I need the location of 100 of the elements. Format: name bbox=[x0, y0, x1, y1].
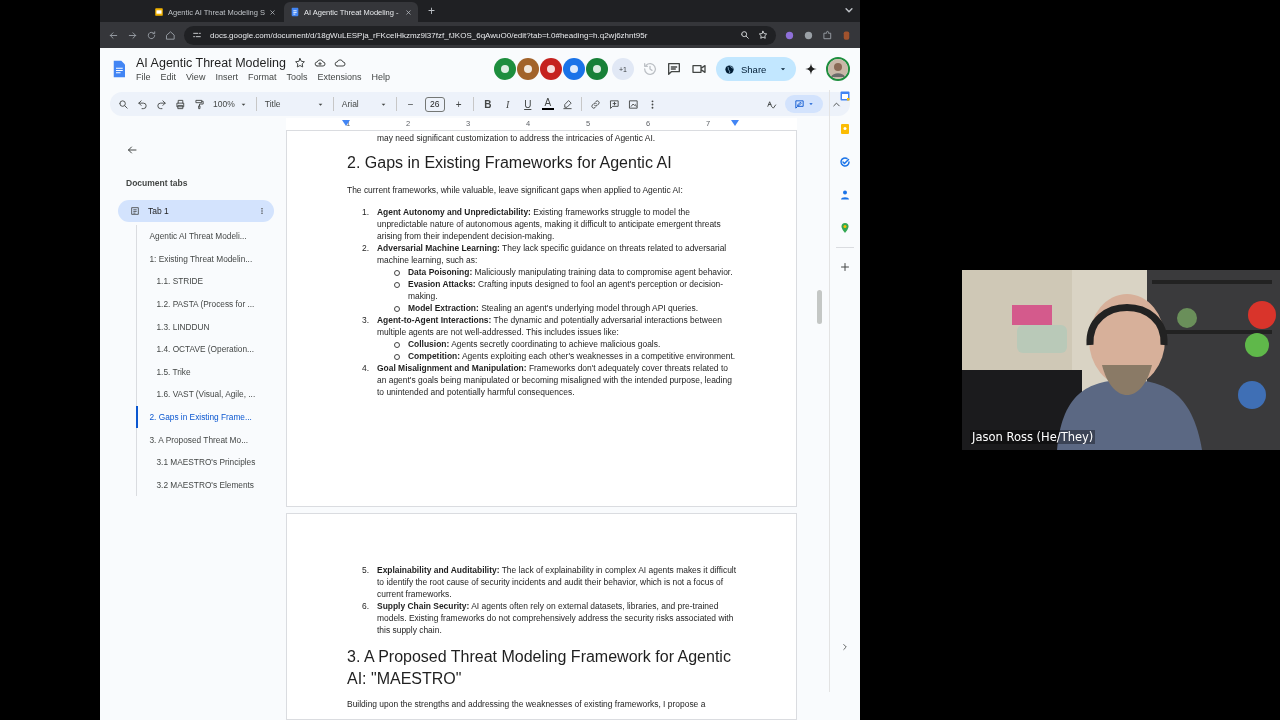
menu-item[interactable]: Extensions bbox=[317, 72, 362, 82]
map-pin-icon[interactable] bbox=[839, 222, 851, 234]
collaborator-avatar[interactable] bbox=[494, 58, 516, 80]
expand-icon[interactable] bbox=[840, 642, 850, 652]
puzzle-icon[interactable] bbox=[822, 29, 833, 41]
forward-icon[interactable] bbox=[127, 29, 138, 41]
redo-icon[interactable] bbox=[156, 98, 167, 110]
search-icon[interactable] bbox=[118, 98, 129, 110]
calendar-icon[interactable] bbox=[839, 90, 851, 102]
account-avatar[interactable] bbox=[826, 57, 850, 81]
back-icon[interactable] bbox=[108, 29, 119, 41]
section-heading: 2. Gaps in Existing Frameworks for Agentic AI bbox=[347, 153, 673, 173]
menu-item[interactable]: Edit bbox=[160, 72, 177, 82]
extension-icon[interactable] bbox=[803, 29, 814, 41]
add-icon[interactable] bbox=[839, 261, 851, 273]
outline-item[interactable]: 1.5. Trike bbox=[135, 360, 274, 384]
collaborator-avatar[interactable] bbox=[563, 58, 585, 80]
outline-item[interactable]: 1.1. STRIDE bbox=[135, 270, 274, 293]
decrease-size-button[interactable]: − bbox=[404, 98, 417, 110]
link-icon[interactable] bbox=[589, 98, 601, 110]
section-heading: 3. A Proposed Threat Modeling Framework for Agentic AI: "MAESTRO" bbox=[347, 647, 732, 689]
outline-item[interactable]: 2. Gaps in Existing Frame... bbox=[135, 405, 274, 429]
globe-icon bbox=[724, 63, 735, 75]
format-button[interactable]: I bbox=[501, 98, 514, 110]
body-paragraph: The current frameworks, while valuable, leave significant gaps when applied to Agentic AI: bbox=[347, 184, 684, 196]
more-icon[interactable] bbox=[258, 206, 266, 216]
extension-icon[interactable] bbox=[784, 29, 795, 41]
reload-icon[interactable] bbox=[146, 29, 157, 41]
body-paragraph: may need significant customization to address the intricacies of Agentic AI. bbox=[377, 132, 657, 144]
outline-item[interactable]: 3. A Proposed Threat Mo... bbox=[135, 428, 274, 451]
list-number: 5. bbox=[362, 564, 371, 577]
format-button[interactable]: U bbox=[521, 98, 534, 110]
home-icon[interactable] bbox=[165, 29, 176, 41]
list-item-text: Model Extraction: Stealing an agent's underlying model through API queries. bbox=[408, 302, 700, 314]
menu-item[interactable]: Insert bbox=[215, 72, 238, 82]
increase-size-button[interactable]: + bbox=[452, 98, 465, 110]
image-icon[interactable] bbox=[627, 98, 639, 110]
close-icon[interactable] bbox=[405, 8, 412, 16]
zoom-dropdown[interactable]: 100% bbox=[213, 99, 248, 109]
spelling-icon[interactable] bbox=[766, 98, 777, 110]
font-size-field[interactable]: 26 bbox=[424, 96, 445, 112]
outline-item[interactable]: 1.2. PASTA (Process for ... bbox=[135, 292, 274, 316]
collaborator-avatar[interactable] bbox=[586, 58, 608, 80]
format-button[interactable]: A bbox=[541, 98, 554, 110]
document-icon bbox=[130, 206, 140, 216]
outline-item[interactable]: Agentic AI Threat Modeli... bbox=[135, 225, 274, 248]
contacts-icon[interactable] bbox=[839, 189, 851, 201]
editing-mode-button[interactable] bbox=[785, 95, 823, 113]
format-button[interactable]: B bbox=[481, 98, 494, 110]
new-tab-button[interactable]: + bbox=[428, 4, 435, 18]
font-dropdown[interactable]: Arial bbox=[341, 99, 388, 109]
list-item-text: Agent-to-Agent Interactions: The dynamic and potentially adversarial interactions between multiple agents are not well-addressed. This includes issues like: bbox=[377, 314, 723, 338]
list-item-text: Collusion: Agents secretly coordinating to achieve malicious goals. bbox=[408, 338, 662, 350]
site-settings-icon[interactable] bbox=[192, 30, 202, 40]
star-icon[interactable] bbox=[758, 30, 768, 40]
menu-item[interactable]: Format bbox=[247, 72, 277, 82]
list-item-text: Explainability and Auditability: The lack of explainability in complex AI agents makes it difficult to identify the root cause of security incidents and audit their behavior, which is not a focus of current frameworks. bbox=[377, 564, 737, 600]
undo-icon[interactable] bbox=[137, 98, 148, 110]
document-tab[interactable]: Tab 1 bbox=[118, 200, 274, 222]
menu-item[interactable]: Help bbox=[371, 72, 390, 82]
list-item-text: Adversarial Machine Learning: They lack specific guidance on threats related to adversarial machine learning, such as: bbox=[377, 242, 728, 266]
cloud-icon[interactable] bbox=[333, 57, 346, 69]
close-icon[interactable] bbox=[269, 8, 276, 16]
tasks-icon[interactable] bbox=[839, 156, 851, 168]
list-item-text: Data Poisoning: Maliciously manipulating training data to compromise agent behavior. bbox=[408, 266, 734, 278]
scrollbar-thumb[interactable] bbox=[817, 290, 823, 324]
outline-item[interactable]: 1.3. LINDDUN bbox=[135, 315, 274, 338]
indent-marker-icon[interactable] bbox=[731, 120, 739, 126]
collaborator-avatar[interactable] bbox=[517, 58, 539, 80]
share-button[interactable]: Share bbox=[716, 57, 796, 81]
outline-item[interactable]: 1: Existing Threat Modelin... bbox=[135, 247, 274, 271]
address-bar[interactable]: docs.google.com/document/d/18gWuLESPja_rFKcelHkzmz9l37fzf_fJKOS_6qAwuO0/edit?tab=t.0#heading=h.q2wj6zhnt95r bbox=[184, 25, 776, 45]
style-dropdown[interactable]: Title bbox=[264, 99, 325, 109]
star-icon[interactable] bbox=[293, 57, 306, 69]
back-arrow-icon[interactable] bbox=[126, 144, 138, 156]
slides-icon bbox=[154, 7, 164, 17]
document-title[interactable]: AI Agentic Threat Modeling bbox=[136, 56, 286, 70]
list-number: 1. bbox=[362, 206, 371, 219]
outline-item[interactable]: 1.6. VAST (Visual, Agile, ... bbox=[135, 383, 274, 406]
paint-format-icon[interactable] bbox=[194, 98, 205, 110]
zoom-icon[interactable] bbox=[740, 30, 750, 40]
print-icon[interactable] bbox=[175, 98, 186, 110]
comment-icon[interactable] bbox=[666, 61, 682, 77]
body-paragraph: Building upon the strengths and addressing the weaknesses of existing frameworks, I propose a bbox=[347, 698, 707, 710]
sparkle-icon[interactable] bbox=[804, 62, 818, 76]
highlight-icon[interactable] bbox=[561, 98, 573, 110]
list-number: 4. bbox=[362, 362, 371, 375]
url-text: docs.google.com/document/d/18gWuLESPja_rFKcelHkzmz9l37fzf_fJKOS_6qAwuO0/edit?tab=t.0#heading=h.q2wj6zhnt95r bbox=[210, 30, 649, 40]
list-number: 6. bbox=[362, 600, 371, 613]
collaborator-avatar[interactable] bbox=[540, 58, 562, 80]
add-comment-icon[interactable] bbox=[608, 98, 620, 110]
list-item-text: Agent Autonomy and Unpredictability: Existing frameworks struggle to model the unpredictable nature of autonomous agents, making it difficult to anticipate emergent threats arising from their independent decision-making. bbox=[377, 206, 722, 242]
outline-item[interactable]: 3.1 MAESTRO's Principles bbox=[135, 450, 274, 474]
menu-item[interactable]: Tools bbox=[286, 72, 308, 82]
list-item-text: Supply Chain Security: AI agents often rely on external datasets, libraries, and pre-trained models. Existing frameworks do not comprehensively address the security risks associated with this supply chain. bbox=[377, 600, 735, 636]
indent-marker-icon[interactable] bbox=[342, 120, 350, 126]
menu-item[interactable]: View bbox=[186, 72, 206, 82]
outline-item[interactable]: 1.4. OCTAVE (Operation... bbox=[135, 337, 274, 361]
menu-item[interactable]: File bbox=[136, 72, 151, 82]
outline-item[interactable]: 3.2 MAESTRO's Elements bbox=[135, 473, 274, 497]
